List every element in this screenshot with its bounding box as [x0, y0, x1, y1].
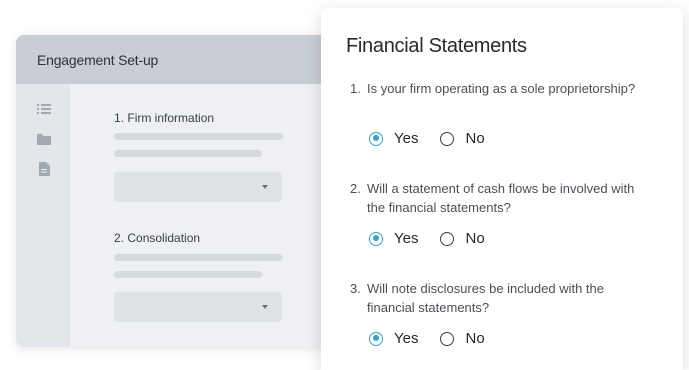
question-number: 3.	[350, 281, 361, 296]
radio-unselected[interactable]	[440, 131, 455, 146]
document-icon[interactable]	[37, 162, 51, 176]
caret-down-icon	[262, 185, 268, 189]
question-3-options: Yes No	[369, 330, 507, 347]
option-no[interactable]: No	[440, 330, 485, 347]
skeleton-line	[114, 271, 262, 278]
section-label: Consolidation	[127, 231, 201, 245]
option-yes[interactable]: Yes	[369, 230, 418, 247]
radio-selected[interactable]	[369, 331, 383, 346]
question-number: 1.	[350, 81, 361, 96]
option-yes[interactable]: Yes	[369, 130, 418, 147]
firm-information-select[interactable]	[114, 172, 282, 202]
option-label: No	[465, 330, 485, 347]
financial-statements-card: Financial Statements 1. Is your firm ope…	[321, 8, 683, 370]
section-consolidation: 2. Consolidation	[114, 231, 200, 245]
option-yes[interactable]: Yes	[369, 330, 418, 347]
option-no[interactable]: No	[440, 130, 485, 147]
question-1: 1. Is your firm operating as a sole prop…	[350, 79, 650, 98]
question-2-options: Yes No	[369, 230, 507, 247]
panel-title: Engagement Set-up	[37, 51, 159, 68]
option-label: No	[465, 230, 485, 247]
question-3: 3. Will note disclosures be included wit…	[350, 279, 650, 317]
section-number: 1.	[114, 111, 125, 125]
question-text: Will a statement of cash flows be involv…	[367, 181, 635, 215]
section-label: Firm information	[127, 111, 215, 125]
option-label: Yes	[394, 230, 419, 247]
question-text: Will note disclosures be included with t…	[367, 281, 605, 315]
section-firm-information: 1. Firm information	[114, 111, 214, 125]
radio-unselected[interactable]	[440, 231, 455, 246]
folder-icon[interactable]	[37, 132, 51, 146]
radio-unselected[interactable]	[440, 331, 455, 346]
question-number: 2.	[350, 181, 361, 196]
option-label: Yes	[394, 330, 419, 347]
section-number: 2.	[114, 231, 125, 245]
option-label: No	[465, 130, 485, 147]
question-2: 2. Will a statement of cash flows be inv…	[350, 179, 650, 217]
skeleton-line	[114, 133, 283, 140]
skeleton-line	[114, 254, 283, 261]
question-text: Is your firm operating as a sole proprie…	[367, 81, 636, 96]
question-1-options: Yes No	[369, 130, 507, 147]
caret-down-icon	[262, 305, 268, 309]
radio-selected[interactable]	[369, 231, 383, 246]
side-rail	[16, 84, 70, 347]
option-label: Yes	[394, 130, 419, 147]
skeleton-line	[114, 150, 262, 157]
card-title: Financial Statements	[346, 35, 527, 57]
consolidation-select[interactable]	[114, 292, 282, 322]
option-no[interactable]: No	[440, 230, 485, 247]
list-icon[interactable]	[37, 102, 51, 116]
radio-selected[interactable]	[369, 131, 383, 146]
